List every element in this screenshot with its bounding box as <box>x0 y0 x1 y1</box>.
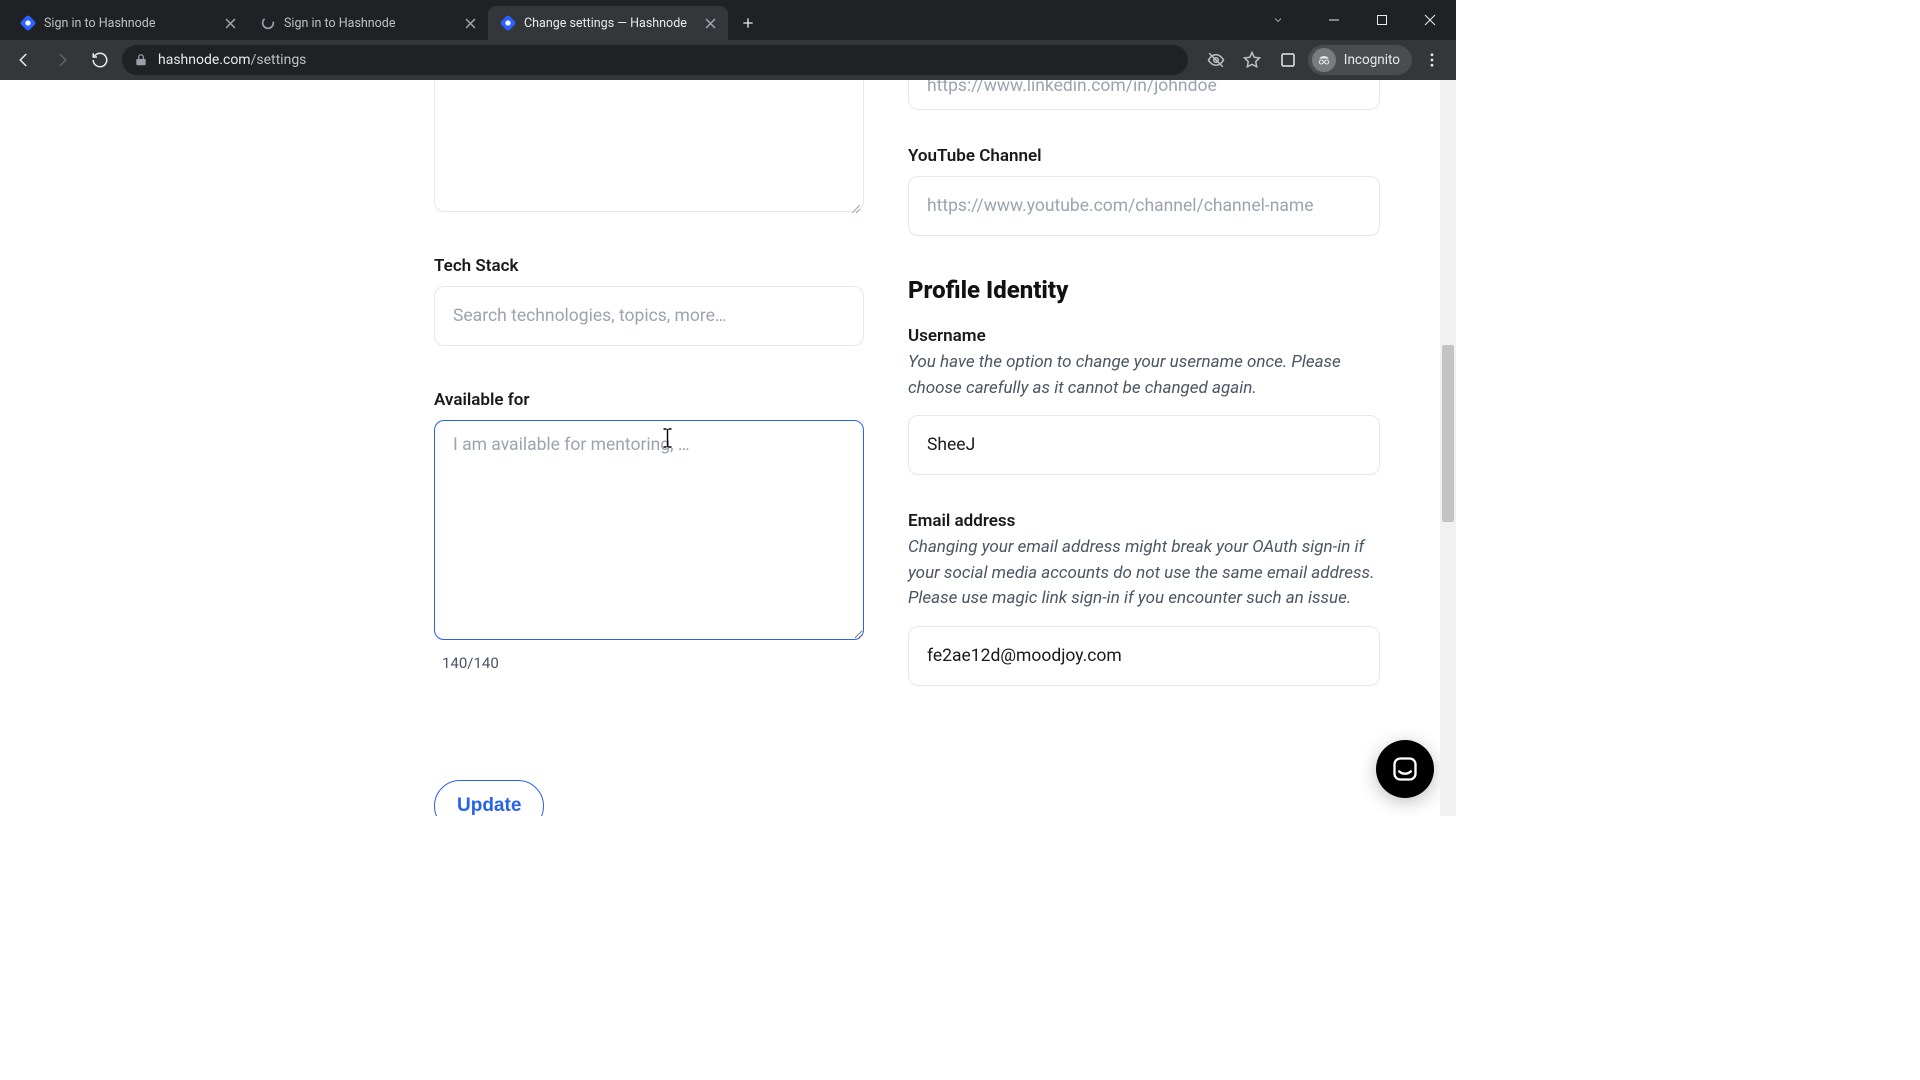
hashnode-icon <box>20 15 36 31</box>
tab-1-title: Sign in to Hashnode <box>44 16 214 31</box>
tab-3-title: Change settings — Hashnode <box>524 16 694 31</box>
youtube-label: YouTube Channel <box>908 146 1380 166</box>
incognito-chip[interactable]: Incognito <box>1308 45 1412 75</box>
linkedin-input-partial[interactable]: https://www.linkedin.com/in/johndoe <box>908 80 1380 110</box>
tab-2-title: Sign in to Hashnode <box>284 16 454 31</box>
close-icon[interactable] <box>222 15 238 31</box>
url-text: hashnode.com/settings <box>158 52 306 68</box>
resize-handle-icon[interactable] <box>850 198 860 208</box>
available-for-label: Available for <box>434 390 864 410</box>
extensions-icon[interactable] <box>1272 44 1304 76</box>
kebab-menu-icon[interactable] <box>1416 44 1448 76</box>
username-input[interactable] <box>908 415 1380 475</box>
lock-icon <box>134 53 148 67</box>
spinner-icon <box>260 15 276 31</box>
left-column: Tech Stack Available for 140/140 Update <box>434 80 864 816</box>
tech-stack-input[interactable] <box>434 286 864 346</box>
email-helper: Changing your email address might break … <box>908 535 1380 612</box>
tab-3[interactable]: Change settings — Hashnode <box>488 6 728 40</box>
intercom-chat-button[interactable] <box>1376 740 1434 798</box>
close-icon[interactable] <box>462 15 478 31</box>
back-button[interactable] <box>8 44 40 76</box>
browser-toolbar: hashnode.com/settings Incognito <box>0 40 1456 80</box>
right-column: https://www.linkedin.com/in/johndoe YouT… <box>908 80 1380 816</box>
new-tab-button[interactable] <box>734 9 762 37</box>
tab-2[interactable]: Sign in to Hashnode <box>248 6 488 40</box>
username-helper: You have the option to change your usern… <box>908 350 1380 401</box>
window-controls <box>1272 0 1456 40</box>
email-label: Email address <box>908 511 1380 531</box>
maximize-button[interactable] <box>1360 4 1404 36</box>
bookmark-star-icon[interactable] <box>1236 44 1268 76</box>
update-button[interactable]: Update <box>434 780 544 816</box>
email-input[interactable] <box>908 626 1380 686</box>
incognito-label: Incognito <box>1344 52 1400 68</box>
username-label: Username <box>908 326 1380 346</box>
eye-off-icon[interactable] <box>1200 44 1232 76</box>
profile-identity-heading: Profile Identity <box>908 276 1380 304</box>
forward-button[interactable] <box>46 44 78 76</box>
incognito-icon <box>1312 48 1336 72</box>
chevron-down-icon[interactable] <box>1272 11 1284 30</box>
page-content: Tech Stack Available for 140/140 Update … <box>0 80 1456 816</box>
available-for-counter: 140/140 <box>442 654 864 672</box>
reload-button[interactable] <box>84 44 116 76</box>
address-bar[interactable]: hashnode.com/settings <box>122 45 1188 75</box>
bio-textarea-partial[interactable] <box>434 80 864 212</box>
tab-1[interactable]: Sign in to Hashnode <box>8 6 248 40</box>
browser-tabstrip: Sign in to Hashnode Sign in to Hashnode … <box>0 0 1456 40</box>
tech-stack-label: Tech Stack <box>434 256 864 276</box>
linkedin-placeholder: https://www.linkedin.com/in/johndoe <box>927 80 1217 92</box>
hashnode-icon <box>500 15 516 31</box>
url-path: /settings <box>251 52 307 68</box>
url-host: hashnode.com <box>158 52 251 68</box>
close-window-button[interactable] <box>1408 4 1452 36</box>
scrollbar-thumb[interactable] <box>1442 345 1454 522</box>
minimize-button[interactable] <box>1312 4 1356 36</box>
page-scrollbar[interactable] <box>1440 80 1456 816</box>
youtube-input[interactable] <box>908 176 1380 236</box>
available-for-textarea[interactable] <box>434 420 864 640</box>
close-icon[interactable] <box>702 15 718 31</box>
